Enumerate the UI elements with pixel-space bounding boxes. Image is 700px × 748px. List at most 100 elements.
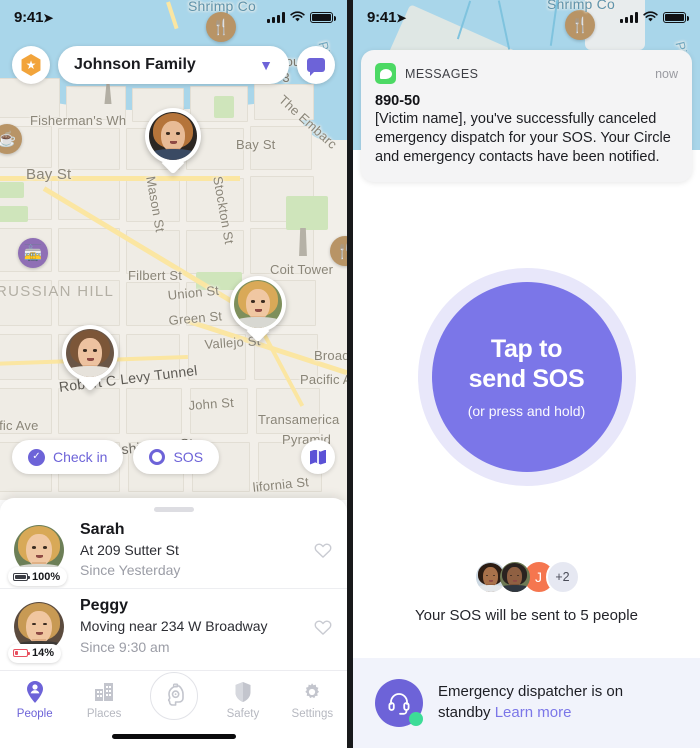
map-layers-icon: [310, 449, 326, 465]
learn-more-link[interactable]: Learn more: [495, 704, 572, 721]
check-in-button[interactable]: ✓ Check in: [12, 440, 124, 474]
person-name: Peggy: [80, 597, 129, 615]
battery-badge: 100%: [8, 567, 68, 586]
battery-icon: [13, 649, 30, 657]
battery-level: 14%: [32, 647, 55, 659]
map-top-controls: ★ Johnson Family ▼: [0, 44, 347, 86]
map-action-pills: ✓ Check in SOS: [12, 440, 220, 474]
screenshot-root: Shrimp Co Fisherman's Wh Bay St Bay St T…: [0, 0, 700, 748]
person-avatar-wrap: 14%: [8, 601, 64, 663]
sos-label: SOS: [173, 449, 204, 465]
cellular-icon: [267, 11, 285, 23]
status-time-text: 9:41: [367, 8, 397, 26]
tab-label: People: [16, 708, 53, 720]
dispatcher-text: Emergency dispatcher is on standby Learn…: [438, 682, 678, 723]
list-item[interactable]: 14% Peggy Moving near 234 W Broadway Sin…: [0, 588, 347, 664]
location-arrow-icon: ➤: [43, 10, 54, 25]
map-pin-person-1[interactable]: [145, 108, 201, 175]
recipients-text: Your SOS will be sent to 5 people: [415, 607, 638, 624]
circle-name-label: Johnson Family: [74, 56, 196, 73]
notification-body: [Victim name], you've successfully cance…: [375, 111, 671, 166]
send-sos-button[interactable]: Tap to send SOS (or press and hold): [431, 282, 622, 472]
sos-line-1: Tap to: [490, 335, 563, 364]
star-badge-icon: ★: [21, 54, 41, 76]
battery-level: 100%: [32, 570, 61, 583]
check-in-label: Check in: [53, 449, 108, 465]
driving-button[interactable]: [149, 672, 198, 720]
star-badge-button[interactable]: ★: [12, 46, 50, 84]
tram-poi-icon[interactable]: 🚋: [18, 238, 48, 268]
map-label: Bay St: [26, 166, 72, 183]
messages-icon: [375, 63, 396, 84]
tab-places[interactable]: Places: [69, 680, 138, 720]
map-pin-person-3[interactable]: [62, 325, 118, 392]
map-label: ific Ave: [0, 418, 39, 433]
person-name: Sarah: [80, 520, 125, 538]
tab-label: Safety: [226, 708, 260, 720]
avatar-overflow-count: +2: [545, 560, 580, 594]
tab-label: Settings: [291, 708, 334, 720]
map-label: Broad: [314, 348, 347, 363]
status-indicators: [620, 11, 689, 23]
person-info: Sarah At 209 Sutter St Since Yesterday: [64, 520, 313, 581]
notification-title: 890-50: [375, 93, 421, 109]
chat-bubble-icon: [307, 58, 325, 76]
battery-icon: [663, 11, 689, 23]
status-time: 9:41➤: [367, 9, 406, 26]
tab-people[interactable]: People: [0, 680, 69, 720]
people-sheet[interactable]: 100% Sarah At 209 Sutter St Since Yester…: [0, 498, 347, 670]
chevron-down-icon: ▼: [259, 57, 273, 73]
sos-recipients: J +2 Your SOS will be sent to 5 people: [353, 560, 700, 624]
sos-ring-icon: [149, 449, 166, 465]
tab-driving[interactable]: [139, 672, 208, 720]
person-since: Since 9:30 am: [80, 638, 170, 655]
battery-badge: 14%: [8, 643, 62, 663]
cellular-icon: [620, 11, 638, 23]
map-label: Transamerica: [258, 412, 340, 427]
list-item[interactable]: 100% Sarah At 209 Sutter St Since Yester…: [0, 512, 347, 588]
sos-line-2: send SOS: [468, 364, 585, 393]
wifi-icon: [290, 11, 305, 22]
map-label: John St: [188, 394, 235, 413]
check-icon: ✓: [28, 448, 45, 466]
map-label: Filbert St: [128, 268, 183, 283]
status-bar: 9:41➤: [353, 0, 700, 34]
avatar: [234, 280, 282, 328]
person-info: Peggy Moving near 234 W Broadway Since 9…: [64, 596, 313, 657]
tab-safety[interactable]: Safety: [208, 680, 277, 720]
circle-selector[interactable]: Johnson Family ▼: [58, 46, 289, 84]
notification-banner[interactable]: MESSAGES now 890-50 [Victim name], you'v…: [361, 50, 692, 183]
headset-icon: [388, 693, 410, 715]
status-time-text: 9:41: [14, 8, 44, 26]
driver-head-icon: [167, 683, 184, 706]
gear-icon: [305, 683, 320, 699]
person-avatar-wrap: 100%: [8, 525, 68, 586]
map-label: Coit Tower: [270, 262, 334, 277]
status-time: 9:41➤: [14, 9, 53, 26]
heart-icon[interactable]: [313, 540, 333, 560]
status-bar: 9:41➤: [0, 0, 347, 34]
shield-icon: [235, 682, 251, 702]
sos-halo: Tap to send SOS (or press and hold): [417, 268, 636, 486]
dispatcher-banner[interactable]: Emergency dispatcher is on standby Learn…: [353, 658, 700, 748]
avatar: [66, 329, 114, 377]
location-arrow-icon: ➤: [396, 10, 407, 25]
map-pin-person-2[interactable]: [230, 276, 286, 343]
tab-settings[interactable]: Settings: [278, 680, 347, 720]
battery-icon: [310, 11, 336, 23]
heart-icon[interactable]: [313, 617, 333, 637]
person-location: At 209 Sutter St: [80, 541, 179, 558]
home-indicator[interactable]: [111, 734, 236, 739]
sos-button[interactable]: SOS: [133, 440, 220, 474]
sos-button-area: Tap to send SOS (or press and hold): [353, 268, 700, 486]
notification-header: MESSAGES now: [375, 63, 678, 84]
notification-app-name: MESSAGES: [405, 66, 479, 81]
map-label: RUSSIAN HILL: [0, 283, 115, 300]
map-label: Fisherman's Wh: [30, 113, 127, 128]
map-layers-button[interactable]: [301, 440, 335, 474]
chat-button[interactable]: [297, 46, 335, 84]
right-phone-screen: 🍴 Shrimp Co Pier 9:41➤: [353, 0, 700, 748]
avatar: [497, 560, 532, 594]
dispatcher-avatar: [375, 679, 423, 727]
status-dot: [409, 712, 423, 726]
